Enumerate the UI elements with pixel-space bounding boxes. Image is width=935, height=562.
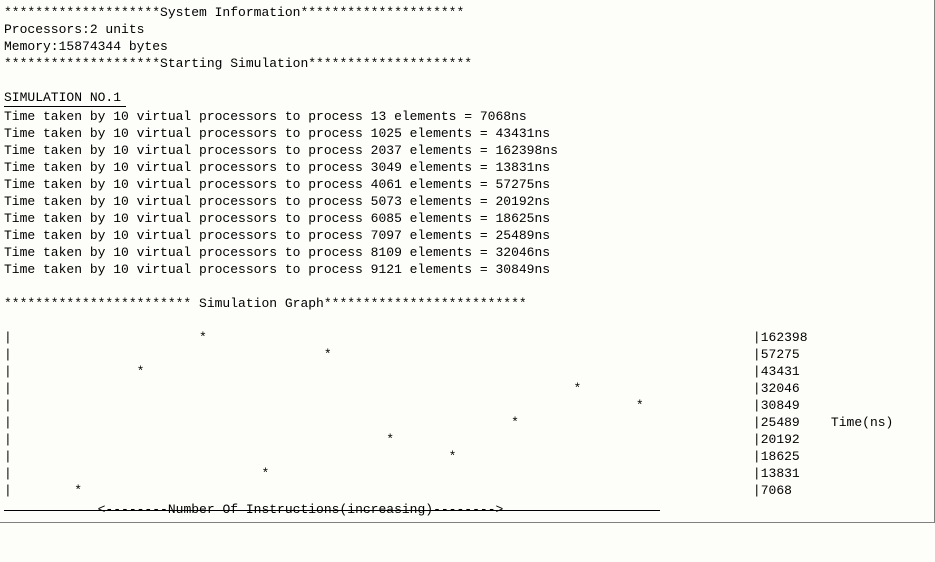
timing-line: Time taken by 10 virtual processors to p… bbox=[4, 227, 930, 244]
graph-value: |162398 bbox=[753, 329, 808, 346]
timing-line: Time taken by 10 virtual processors to p… bbox=[4, 261, 930, 278]
timing-line: Time taken by 10 virtual processors to p… bbox=[4, 176, 930, 193]
graph-row: | * |20192 bbox=[4, 431, 930, 448]
graph-bar: | * bbox=[4, 397, 753, 414]
x-axis-label: <--------Number Of Instructions(increasi… bbox=[98, 502, 504, 517]
graph-value: |18625 bbox=[753, 448, 800, 465]
graph-row: | * |30849 bbox=[4, 397, 930, 414]
graph-bar: | * bbox=[4, 380, 753, 397]
graph-body: | * |162398| * | bbox=[4, 329, 930, 499]
graph-row: | * |43431 bbox=[4, 363, 930, 380]
graph-value: |43431 bbox=[753, 363, 800, 380]
timing-list: Time taken by 10 virtual processors to p… bbox=[4, 108, 930, 278]
graph-row: | * |57275 bbox=[4, 346, 930, 363]
timing-line: Time taken by 10 virtual processors to p… bbox=[4, 159, 930, 176]
graph-bar: | * bbox=[4, 482, 753, 499]
graph-value: |25489 Time(ns) bbox=[753, 414, 893, 431]
timing-line: Time taken by 10 virtual processors to p… bbox=[4, 125, 930, 142]
memory-line: Memory:15874344 bytes bbox=[4, 38, 930, 55]
x-axis-indent bbox=[4, 502, 98, 517]
processors-label: Processors: bbox=[4, 22, 90, 37]
graph-row: | * |18625 bbox=[4, 448, 930, 465]
title-underline bbox=[4, 106, 126, 107]
graph-bar: | * bbox=[4, 431, 753, 448]
simulation-title: SIMULATION NO.1 bbox=[4, 89, 930, 106]
graph-value: |30849 bbox=[753, 397, 800, 414]
timing-line: Time taken by 10 virtual processors to p… bbox=[4, 193, 930, 210]
timing-line: Time taken by 10 virtual processors to p… bbox=[4, 244, 930, 261]
system-info-header: ********************System Information**… bbox=[4, 4, 930, 21]
memory-value: 15874344 bytes bbox=[59, 39, 168, 54]
starting-simulation-header: ********************Starting Simulation*… bbox=[4, 55, 930, 72]
graph-row: | * |32046 bbox=[4, 380, 930, 397]
graph-row: | * |13831 bbox=[4, 465, 930, 482]
graph-title: ************************ Simulation Grap… bbox=[4, 295, 930, 312]
graph-row: | * |7068 bbox=[4, 482, 930, 499]
graph-bar: | * bbox=[4, 346, 753, 363]
x-axis-label-row: <--------Number Of Instructions(increasi… bbox=[4, 501, 930, 518]
graph-bar: | * bbox=[4, 329, 753, 346]
graph-row: | * |25489 Time(ns) bbox=[4, 414, 930, 431]
processors-value: 2 units bbox=[90, 22, 145, 37]
timing-line: Time taken by 10 virtual processors to p… bbox=[4, 142, 930, 159]
graph-bar: | * bbox=[4, 448, 753, 465]
graph-bar: | * bbox=[4, 414, 753, 431]
timing-line: Time taken by 10 virtual processors to p… bbox=[4, 210, 930, 227]
memory-label: Memory: bbox=[4, 39, 59, 54]
graph-bar: | * bbox=[4, 465, 753, 482]
graph-value: |7068 bbox=[753, 482, 792, 499]
timing-line: Time taken by 10 virtual processors to p… bbox=[4, 108, 930, 125]
graph-bar: | * bbox=[4, 363, 753, 380]
graph-value: |32046 bbox=[753, 380, 800, 397]
graph-value: |13831 bbox=[753, 465, 800, 482]
graph-value: |57275 bbox=[753, 346, 800, 363]
graph-value: |20192 bbox=[753, 431, 800, 448]
graph-row: | * |162398 bbox=[4, 329, 930, 346]
processors-line: Processors:2 units bbox=[4, 21, 930, 38]
